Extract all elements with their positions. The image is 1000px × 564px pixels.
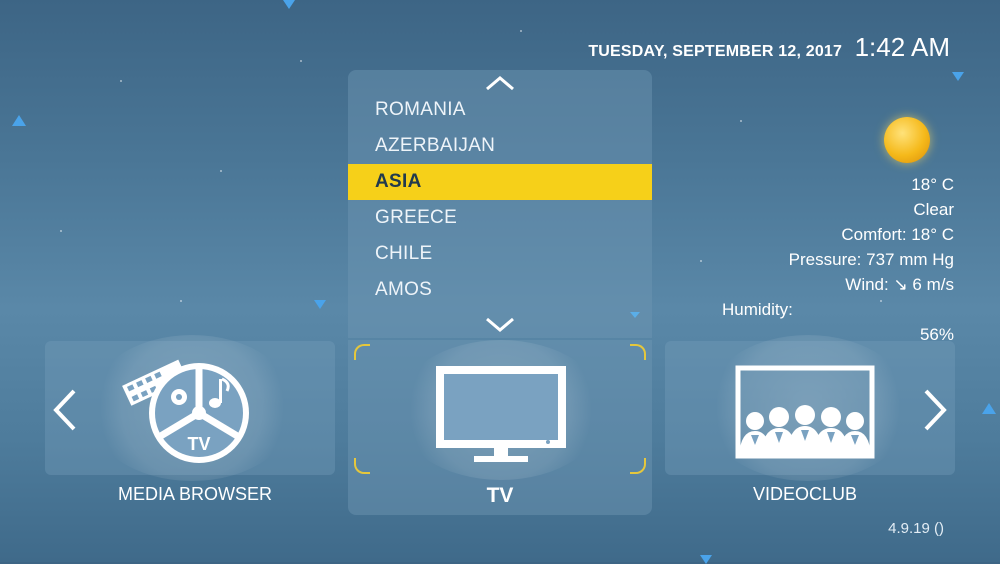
decorative-dot xyxy=(220,170,222,172)
focus-corner xyxy=(354,458,370,474)
list-item[interactable]: GREECE xyxy=(348,200,652,236)
decorative-triangle xyxy=(952,72,964,81)
category-list: ROMANIA AZERBAIJAN ASIA GREECE CHILE AMO… xyxy=(348,92,652,308)
scroll-indicator xyxy=(630,312,640,318)
decorative-dot xyxy=(520,30,522,32)
tv-label[interactable]: TV xyxy=(350,484,650,508)
focus-corner xyxy=(354,344,370,360)
list-item-selected[interactable]: ASIA xyxy=(348,164,652,200)
list-item[interactable]: CHILE xyxy=(348,236,652,272)
decorative-dot xyxy=(180,300,182,302)
media-browser-tile[interactable]: TV xyxy=(45,335,335,481)
decorative-triangle xyxy=(700,555,712,564)
clock-header: TUESDAY, SEPTEMBER 12, 2017 1:42 AM xyxy=(588,32,950,63)
decorative-triangle xyxy=(283,0,295,9)
decorative-dot xyxy=(300,60,302,62)
media-browser-label[interactable]: MEDIA BROWSER xyxy=(45,484,345,505)
decorative-triangle xyxy=(314,300,326,309)
chevron-up-icon[interactable] xyxy=(484,75,516,91)
focus-corner xyxy=(630,458,646,474)
list-item[interactable]: AZERBAIJAN xyxy=(348,128,652,164)
videoclub-icon xyxy=(735,365,875,459)
media-browser-icon: TV xyxy=(122,359,249,463)
time-text: 1:42 AM xyxy=(854,32,950,62)
version-label: 4.9.19 () xyxy=(888,520,944,537)
weather-comfort: Comfort: 18° C xyxy=(841,225,954,244)
list-item[interactable]: AMOS xyxy=(348,272,652,308)
category-dropdown[interactable]: ROMANIA AZERBAIJAN ASIA GREECE CHILE AMO… xyxy=(348,70,652,338)
chevron-left-icon[interactable] xyxy=(52,388,78,432)
focus-corner xyxy=(630,344,646,360)
videoclub-tile[interactable] xyxy=(665,335,955,481)
weather-condition: Clear xyxy=(913,200,954,219)
media-browser-icon-text: TV xyxy=(187,434,210,454)
tv-icon xyxy=(436,366,566,462)
weather-temperature: 18° C xyxy=(911,175,954,194)
decorative-triangle xyxy=(982,403,996,414)
weather-pressure: Pressure: 737 mm Hg xyxy=(788,250,954,269)
videoclub-label[interactable]: VIDEOCLUB xyxy=(655,484,955,505)
decorative-triangle xyxy=(12,115,26,126)
decorative-dot xyxy=(60,230,62,232)
weather-humidity-label: Humidity: xyxy=(722,300,793,319)
decorative-dot xyxy=(120,80,122,82)
weather-wind: Wind: ↘ 6 m/s xyxy=(845,275,954,294)
chevron-down-icon[interactable] xyxy=(484,317,516,333)
list-item[interactable]: ROMANIA xyxy=(348,92,652,128)
date-text: TUESDAY, SEPTEMBER 12, 2017 xyxy=(588,43,843,60)
weather-panel: 18° C Clear Comfort: 18° C Pressure: 737… xyxy=(694,118,954,347)
chevron-right-icon[interactable] xyxy=(922,388,948,432)
